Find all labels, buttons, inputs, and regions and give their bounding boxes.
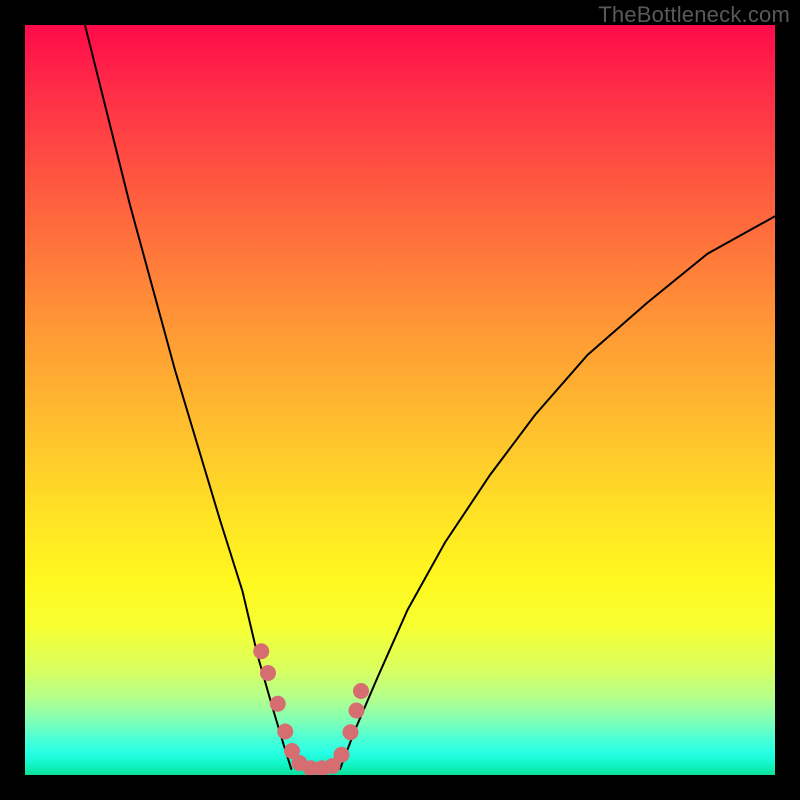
bottleneck-curves: [85, 25, 775, 769]
plot-area: [25, 25, 775, 775]
data-marker: [277, 724, 293, 740]
curve-layer: [25, 25, 775, 775]
data-marker: [334, 747, 350, 763]
data-marker: [253, 643, 269, 659]
data-markers: [253, 643, 369, 775]
data-marker: [349, 703, 365, 719]
data-marker: [353, 683, 369, 699]
chart-frame: TheBottleneck.com: [0, 0, 800, 800]
right-arm-path: [340, 216, 775, 769]
data-marker: [270, 696, 286, 712]
data-marker: [260, 665, 276, 681]
watermark-text: TheBottleneck.com: [598, 2, 790, 28]
data-marker: [343, 724, 359, 740]
